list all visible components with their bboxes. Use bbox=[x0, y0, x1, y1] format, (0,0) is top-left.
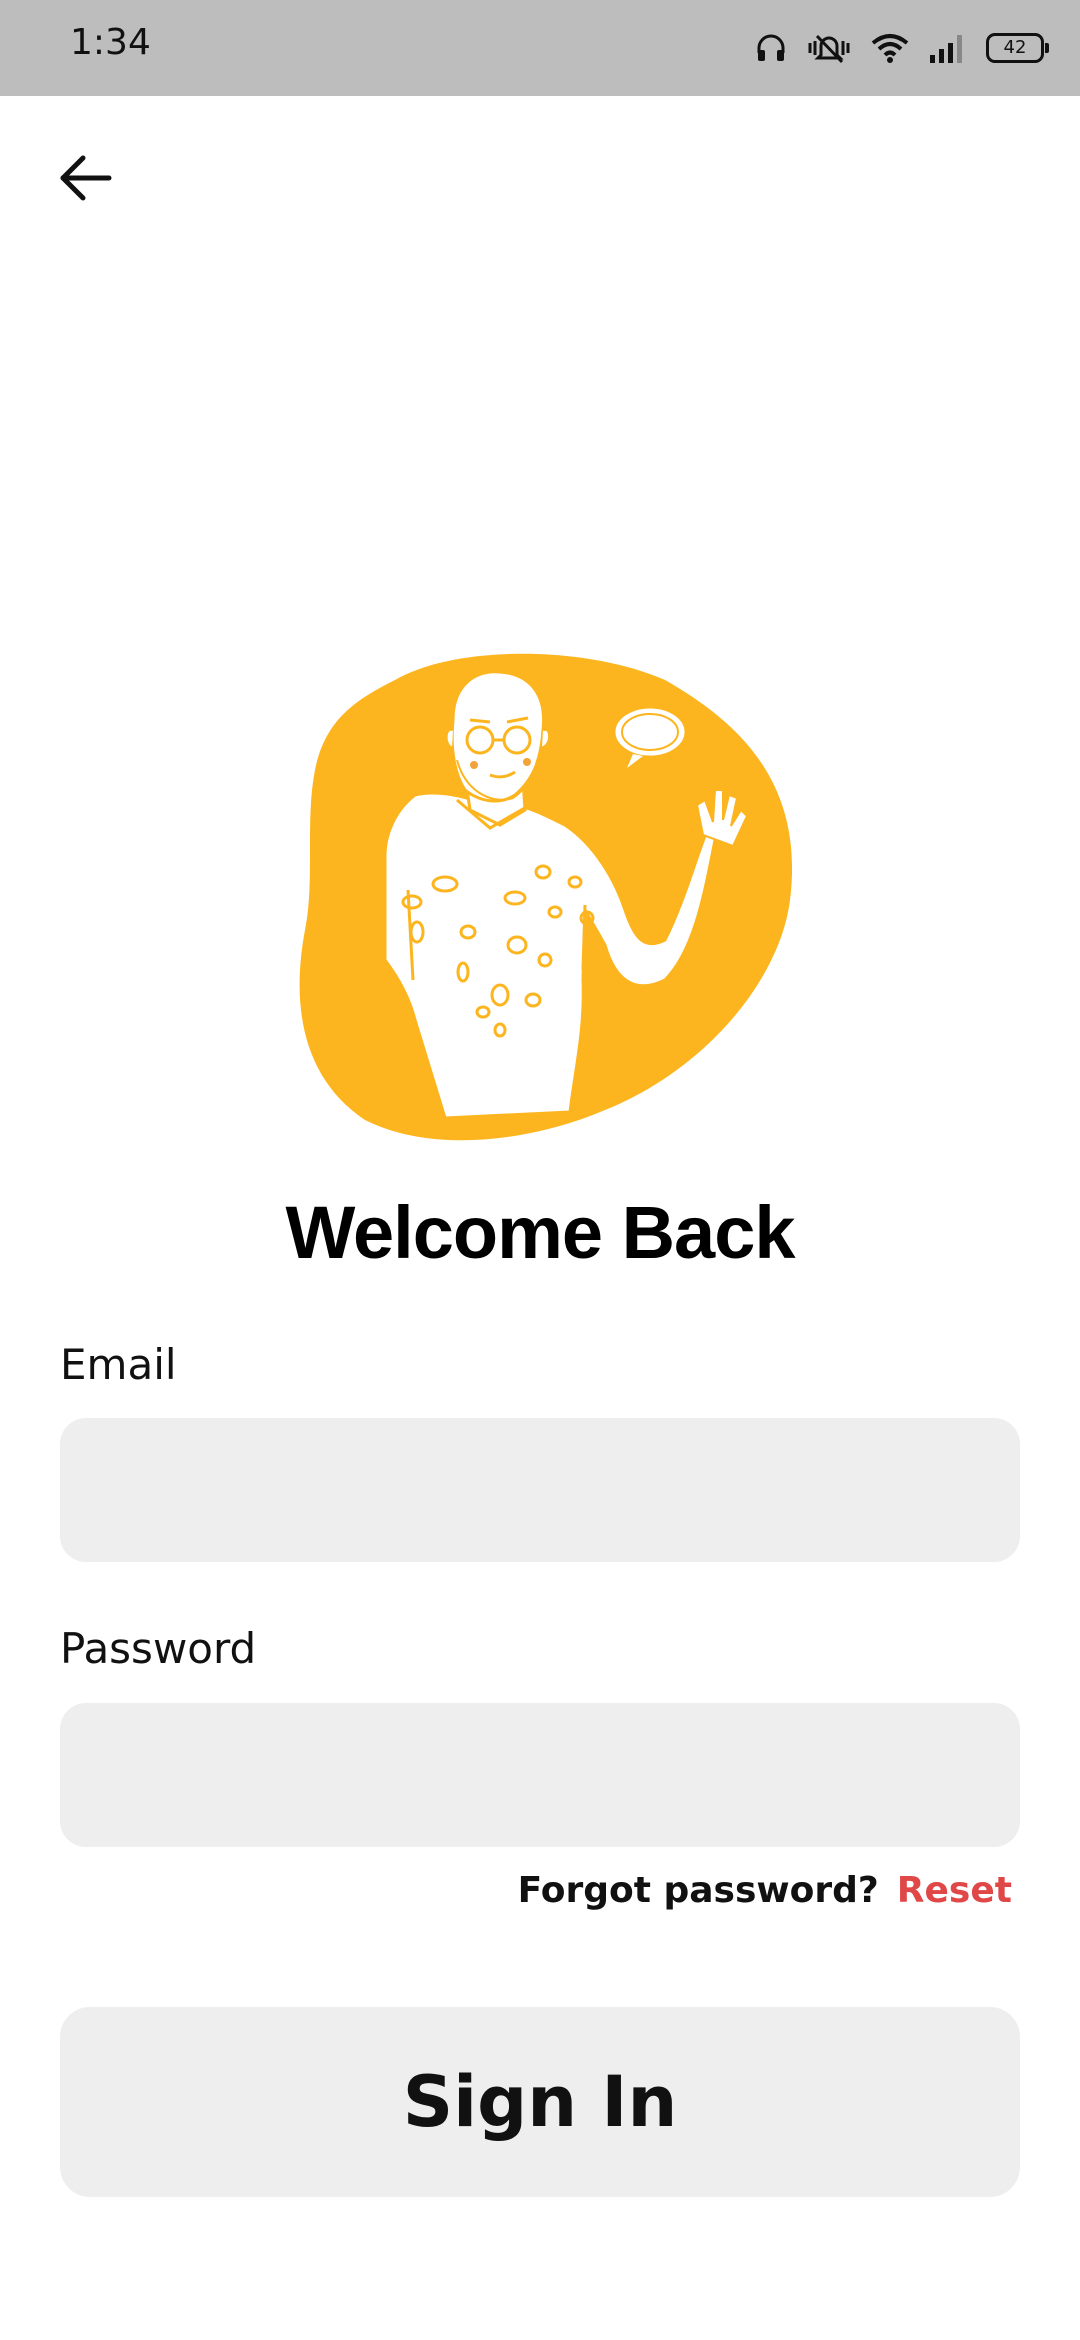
arrow-left-icon bbox=[57, 153, 113, 208]
headphones-icon bbox=[754, 31, 788, 65]
back-button[interactable] bbox=[50, 145, 120, 215]
battery-icon: 42 bbox=[986, 33, 1049, 63]
email-label: Email bbox=[60, 1340, 177, 1389]
wifi-icon bbox=[870, 31, 910, 65]
signal-icon bbox=[928, 31, 968, 65]
status-icons: 42 bbox=[754, 26, 1049, 70]
password-field[interactable] bbox=[60, 1703, 1020, 1847]
welcome-illustration bbox=[285, 650, 795, 1150]
status-bar: 1:34 42 bbox=[0, 0, 1080, 96]
password-label: Password bbox=[60, 1624, 257, 1673]
sign-in-button[interactable]: Sign In bbox=[60, 2007, 1020, 2197]
forgot-password-row: Forgot password? Reset bbox=[518, 1870, 1012, 1911]
email-field[interactable] bbox=[60, 1418, 1020, 1562]
forgot-password-text: Forgot password? bbox=[517, 1870, 879, 1911]
reset-password-link[interactable]: Reset bbox=[897, 1870, 1012, 1911]
man-waving-illustration bbox=[299, 653, 793, 1141]
vibrate-mute-icon bbox=[806, 31, 852, 65]
page-title: Welcome Back bbox=[285, 1191, 796, 1274]
status-time: 1:34 bbox=[70, 22, 151, 63]
